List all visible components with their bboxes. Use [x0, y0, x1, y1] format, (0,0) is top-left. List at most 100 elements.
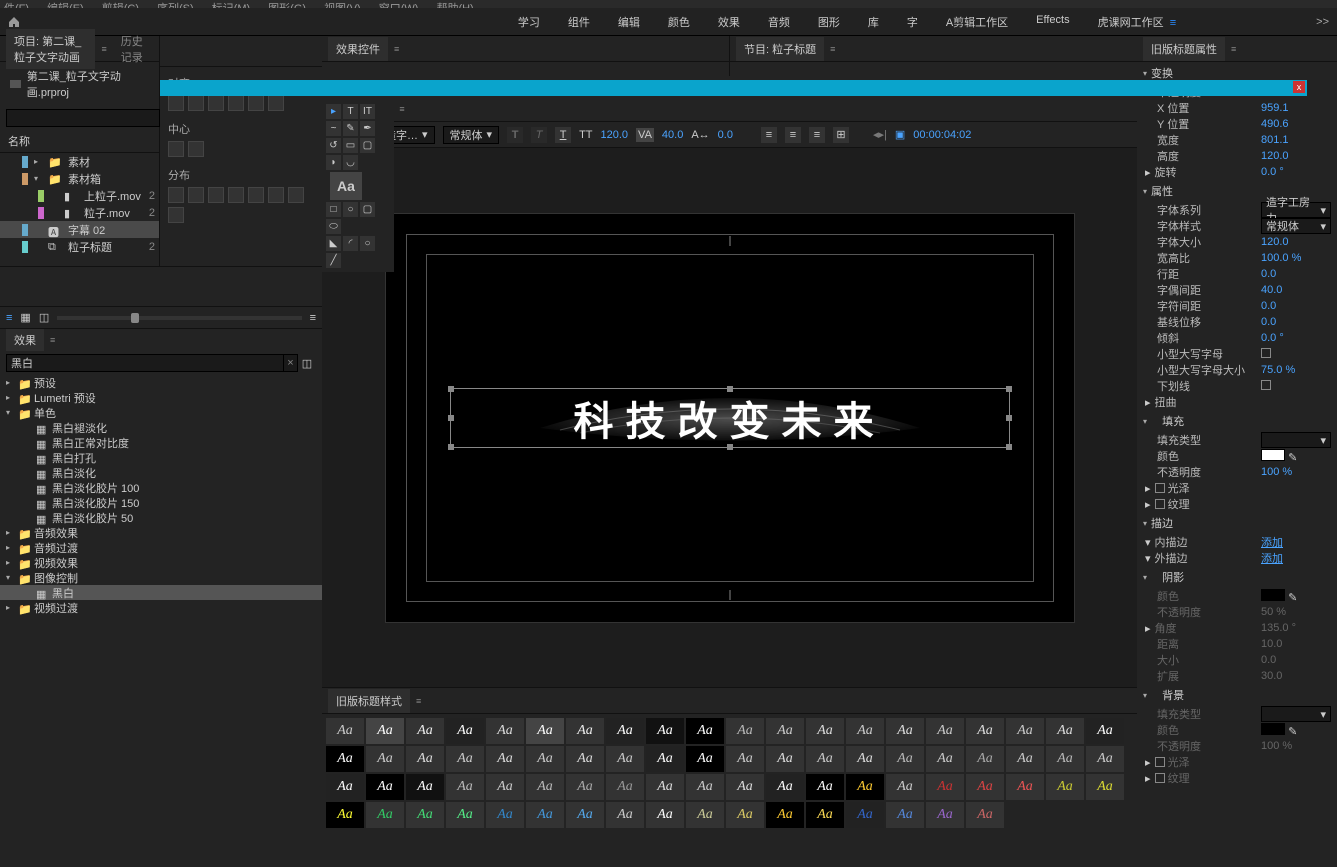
menu-help[interactable]: 帮助(H): [436, 0, 473, 8]
style-swatch[interactable]: Aa: [366, 718, 404, 744]
style-swatch[interactable]: Aa: [446, 746, 484, 772]
style-swatch[interactable]: Aa: [326, 718, 364, 744]
panel-menu-icon[interactable]: ≡: [830, 44, 835, 54]
style-swatch[interactable]: Aa: [566, 802, 604, 828]
fill-section[interactable]: ▾ 填充: [1137, 410, 1337, 432]
style-swatch[interactable]: Aa: [326, 746, 364, 772]
filltype-dropdown[interactable]: ▾: [1261, 432, 1331, 448]
ws-tab[interactable]: Effects: [1036, 14, 1069, 30]
zoom-slider[interactable]: [57, 316, 301, 320]
vtype-tool[interactable]: IT: [360, 104, 375, 119]
style-swatch[interactable]: Aa: [726, 802, 764, 828]
dist-btn[interactable]: [168, 187, 184, 203]
style-swatch[interactable]: Aa: [566, 746, 604, 772]
center-btn[interactable]: [188, 141, 204, 157]
height-value[interactable]: 120.0: [1261, 150, 1331, 162]
style-swatch[interactable]: Aa: [886, 774, 924, 800]
panel-menu-icon[interactable]: ≡: [50, 335, 55, 345]
style-swatch[interactable]: Aa: [686, 718, 724, 744]
align-btn[interactable]: [208, 95, 224, 111]
style-swatch[interactable]: Aa: [606, 746, 644, 772]
effect-item[interactable]: ▦黑白褪淡化: [0, 420, 322, 435]
style-swatch[interactable]: Aa: [446, 802, 484, 828]
style-swatch[interactable]: Aa: [806, 718, 844, 744]
style-swatch[interactable]: Aa: [366, 774, 404, 800]
rrect-tool2[interactable]: ▢: [360, 202, 375, 217]
project-item[interactable]: ▮上粒子.mov2: [0, 187, 159, 204]
dist-btn[interactable]: [288, 187, 304, 203]
video-icon[interactable]: ▣: [895, 128, 905, 141]
style-swatch[interactable]: Aa: [766, 802, 804, 828]
freeform-view-icon[interactable]: ◫: [39, 311, 49, 324]
effect-item[interactable]: ▦黑白淡化胶片 50: [0, 510, 322, 525]
style-swatch[interactable]: Aa: [886, 718, 924, 744]
effect-item[interactable]: ▾📁图像控制: [0, 570, 322, 585]
ws-tab[interactable]: 音频: [768, 14, 790, 30]
menu-window[interactable]: 窗口(W): [379, 0, 419, 8]
style-swatch[interactable]: Aa: [926, 774, 964, 800]
style-swatch[interactable]: Aa: [1046, 718, 1084, 744]
style-swatch[interactable]: Aa: [486, 718, 524, 744]
style-swatch[interactable]: Aa: [486, 746, 524, 772]
style-swatch[interactable]: Aa: [486, 802, 524, 828]
style-swatch[interactable]: Aa: [926, 802, 964, 828]
style-swatch[interactable]: Aa: [766, 718, 804, 744]
aspect-value[interactable]: 100.0 %: [1261, 252, 1331, 264]
fill-opacity[interactable]: 100 %: [1261, 466, 1331, 478]
wedge-tool2[interactable]: ◣: [326, 236, 341, 251]
effect-item[interactable]: ▦黑白淡化胶片 100: [0, 480, 322, 495]
style-swatch[interactable]: Aa: [526, 718, 564, 744]
ws-tab[interactable]: 库: [868, 14, 879, 30]
align-btn[interactable]: [228, 95, 244, 111]
style-swatch[interactable]: Aa: [526, 746, 564, 772]
menu-graphics[interactable]: 图形(G): [268, 0, 306, 8]
rect-tool2[interactable]: □: [326, 202, 341, 217]
style-swatch[interactable]: Aa: [846, 746, 884, 772]
line-tool[interactable]: ╱: [326, 253, 341, 268]
title-props-tab[interactable]: 旧版标题属性: [1143, 37, 1225, 61]
rect-tool[interactable]: ▭: [343, 138, 358, 153]
ws-tab[interactable]: A剪辑工作区: [946, 14, 1008, 30]
style-swatch[interactable]: Aa: [966, 774, 1004, 800]
panel-menu-icon[interactable]: ≡: [399, 104, 404, 114]
tracking-value[interactable]: 0.0: [1261, 300, 1331, 312]
style-swatch[interactable]: Aa: [1006, 718, 1044, 744]
style-swatch[interactable]: Aa: [326, 802, 364, 828]
type-tool[interactable]: T: [343, 104, 358, 119]
style-swatch[interactable]: Aa: [966, 746, 1004, 772]
center-btn[interactable]: [168, 141, 184, 157]
sync-icon[interactable]: ◂▸|: [873, 128, 887, 141]
ws-tab[interactable]: 效果: [718, 14, 740, 30]
style-swatch[interactable]: Aa: [1086, 718, 1124, 744]
style-swatch[interactable]: Aa: [1046, 774, 1084, 800]
style-swatch[interactable]: Aa: [446, 774, 484, 800]
rrect-tool[interactable]: ▢: [360, 138, 375, 153]
select-tool[interactable]: ▸: [326, 104, 341, 119]
effect-item[interactable]: ▸📁预设: [0, 375, 322, 390]
style-swatch[interactable]: Aa: [646, 802, 684, 828]
timecode[interactable]: 00:00:04:02: [913, 129, 971, 141]
style-swatch[interactable]: Aa: [566, 718, 604, 744]
add-anchor-tool[interactable]: ✒: [360, 121, 375, 136]
style-swatch[interactable]: Aa: [526, 774, 564, 800]
program-tab[interactable]: 节目: 粒子标题: [736, 37, 824, 61]
style-swatch[interactable]: Aa: [726, 746, 764, 772]
rot-value[interactable]: 0.0 °: [1261, 166, 1331, 178]
shadow-section[interactable]: ▾ 阴影: [1137, 566, 1337, 588]
menu-edit[interactable]: 编辑(E): [47, 0, 84, 8]
style-swatch[interactable]: Aa: [406, 774, 444, 800]
new-bin-icon[interactable]: ◫: [298, 354, 316, 372]
style-swatch[interactable]: Aa: [646, 746, 684, 772]
shadow-color-swatch[interactable]: [1261, 589, 1285, 601]
title-canvas[interactable]: 科技改变未来: [385, 213, 1075, 623]
style-swatch[interactable]: Aa: [686, 746, 724, 772]
menu-mark[interactable]: 标记(M): [212, 0, 251, 8]
ws-tab[interactable]: 组件: [568, 14, 590, 30]
align-left-icon[interactable]: ≡: [761, 127, 777, 143]
panel-menu-icon[interactable]: ≡: [1231, 44, 1236, 54]
ws-tab[interactable]: 图形: [818, 14, 840, 30]
effects-search[interactable]: [6, 354, 284, 372]
style-swatch[interactable]: Aa: [1046, 746, 1084, 772]
style-swatch[interactable]: Aa: [1086, 746, 1124, 772]
styles-tab[interactable]: 旧版标题样式: [328, 689, 410, 713]
